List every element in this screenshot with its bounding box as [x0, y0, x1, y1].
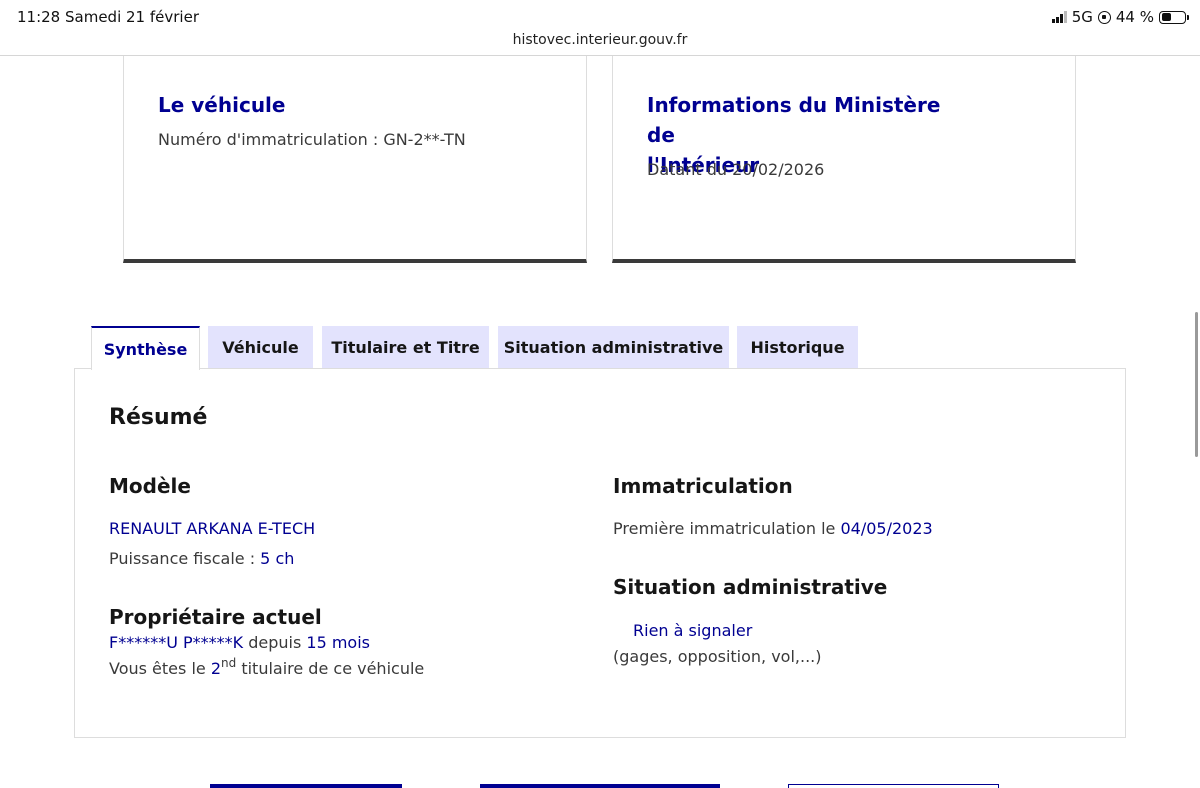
tab-synthese[interactable]: Synthèse — [91, 326, 200, 370]
address-bar-url[interactable]: histovec.interieur.gouv.fr — [0, 32, 1200, 48]
orientation-lock-icon — [1097, 10, 1111, 24]
owner-rank: Vous êtes le 2nd titulaire de ce véhicul… — [109, 656, 425, 678]
synthese-panel: Résumé Modèle RENAULT ARKANA E-TECH Puis… — [74, 368, 1126, 738]
status-bar: 11:28 Samedi 21 février 5G 44 % — [0, 0, 1200, 34]
cellular-signal-icon — [1051, 11, 1067, 23]
owner-rank-rest: titulaire de ce véhicule — [236, 659, 425, 678]
owner-since-label: depuis — [243, 633, 307, 652]
tab-situation-administrative[interactable]: Situation administrative — [498, 326, 729, 368]
admin-status-details: (gages, opposition, vol,...) — [613, 647, 822, 666]
ministry-data-date: Datant du 20/02/2026 — [647, 160, 825, 179]
ministry-card-title-line1: Informations du Ministère de — [647, 93, 941, 147]
status-indicators: 5G 44 % — [1051, 8, 1189, 26]
ministry-card: Informations du Ministère de l'Intérieur… — [612, 56, 1076, 263]
first-registration: Première immatriculation le 04/05/2023 — [613, 519, 933, 538]
tab-historique[interactable]: Historique — [737, 326, 858, 368]
first-registration-date: 04/05/2023 — [840, 519, 933, 538]
fiscal-power: Puissance fiscale : 5 ch — [109, 549, 294, 568]
fiscal-power-label: Puissance fiscale : — [109, 549, 261, 568]
action-button-3[interactable] — [788, 784, 999, 788]
vehicle-plate-number: Numéro d'immatriculation : GN-2**-TN — [158, 130, 466, 149]
model-name: RENAULT ARKANA E-TECH — [109, 519, 316, 538]
model-heading: Modèle — [109, 474, 191, 498]
admin-situation-heading: Situation administrative — [613, 575, 888, 599]
action-button-2[interactable] — [480, 784, 720, 788]
registration-heading: Immatriculation — [613, 474, 793, 498]
status-time: 11:28 — [17, 8, 61, 26]
vehicle-card: Le véhicule Numéro d'immatriculation : G… — [123, 56, 587, 263]
scrollbar[interactable] — [1195, 312, 1198, 457]
tab-titulaire-et-titre[interactable]: Titulaire et Titre — [322, 326, 489, 368]
owner-line: F******U P*****K depuis 15 mois — [109, 633, 370, 652]
status-date: Samedi 21 février — [65, 8, 199, 26]
owner-rank-number: 2 — [210, 659, 221, 678]
battery-icon — [1159, 10, 1189, 24]
admin-status: Rien à signaler — [633, 621, 753, 640]
owner-name: F******U P*****K — [109, 633, 244, 652]
owner-rank-suffix: nd — [221, 656, 237, 670]
tab-vehicule[interactable]: Véhicule — [208, 326, 313, 368]
battery-percent: 44 % — [1115, 8, 1154, 26]
fiscal-power-value: 5 ch — [260, 549, 295, 568]
owner-rank-prefix: Vous êtes le — [109, 659, 211, 678]
owner-since-value: 15 mois — [306, 633, 370, 652]
action-button-1[interactable] — [210, 784, 402, 788]
first-registration-label: Première immatriculation le — [613, 519, 841, 538]
owner-heading: Propriétaire actuel — [109, 605, 322, 629]
vehicle-card-title: Le véhicule — [158, 93, 286, 117]
resume-heading: Résumé — [109, 405, 208, 430]
network-type: 5G — [1071, 8, 1093, 26]
